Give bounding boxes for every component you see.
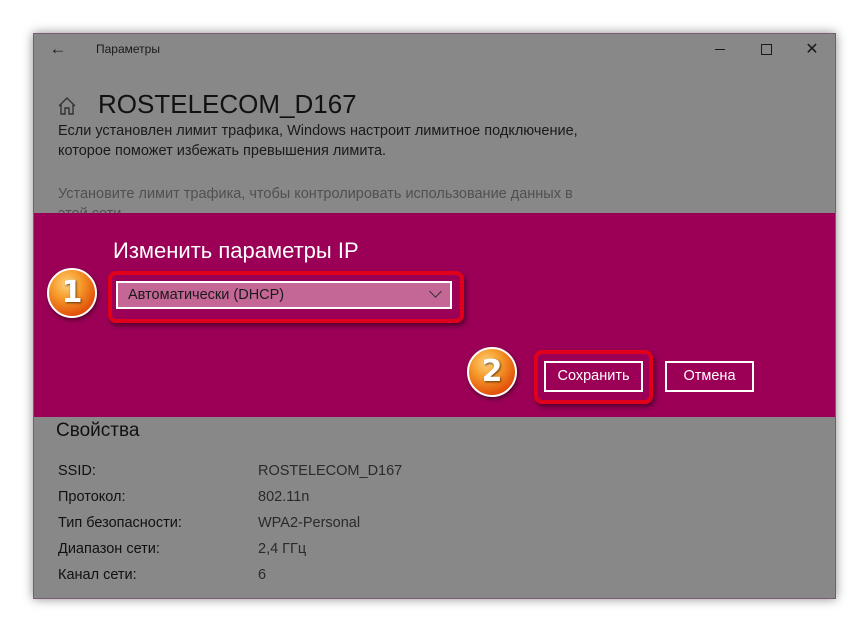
- maximize-icon: [760, 44, 772, 55]
- prop-value-channel: 6: [258, 567, 267, 583]
- dialog-title: Изменить параметры IP: [113, 238, 359, 263]
- limit-description: Если установлен лимит трафика, Windows н…: [58, 123, 578, 159]
- arrow-left-icon[interactable]: ←: [48, 39, 68, 59]
- cancel-button[interactable]: Отмена: [665, 361, 754, 392]
- close-icon: ✕: [805, 40, 819, 58]
- title-bar: ← Параметры ✕: [34, 34, 835, 65]
- ip-settings-select-value: Автоматически (DHCP): [128, 287, 285, 303]
- page-title: ROSTELECOM_D167: [98, 89, 357, 119]
- properties-title: Свойства: [56, 420, 140, 441]
- prop-value-security: WPA2-Personal: [258, 515, 361, 531]
- maximize-button[interactable]: [743, 34, 789, 65]
- edit-ip-dialog: Изменить параметры IP Автоматически (DHC…: [34, 213, 835, 417]
- prop-value-protocol: 802.11n: [258, 489, 310, 505]
- home-icon[interactable]: [56, 95, 78, 117]
- settings-window: ← Параметры ✕ ROSTELECOM_D167 Если устан…: [33, 33, 836, 599]
- prop-label-security: Тип безопасности:: [58, 515, 182, 531]
- prop-label-protocol: Протокол:: [58, 489, 126, 505]
- prop-value-ssid: ROSTELECOM_D167: [258, 463, 403, 479]
- step-badge-1: 1: [47, 268, 97, 318]
- prop-label-channel: Канал сети:: [58, 567, 137, 583]
- chevron-down-icon: [429, 285, 442, 298]
- save-button[interactable]: Сохранить: [544, 361, 643, 392]
- step-badge-2: 2: [467, 347, 517, 397]
- prop-label-ssid: SSID:: [58, 463, 96, 479]
- prop-value-band: 2,4 ГГц: [258, 541, 307, 557]
- minimize-button[interactable]: [697, 34, 743, 65]
- ip-settings-select[interactable]: Автоматически (DHCP): [116, 281, 452, 309]
- app-title: Параметры: [96, 42, 160, 56]
- close-button[interactable]: ✕: [789, 34, 835, 65]
- prop-label-band: Диапазон сети:: [58, 541, 160, 557]
- minimize-icon: [715, 49, 725, 50]
